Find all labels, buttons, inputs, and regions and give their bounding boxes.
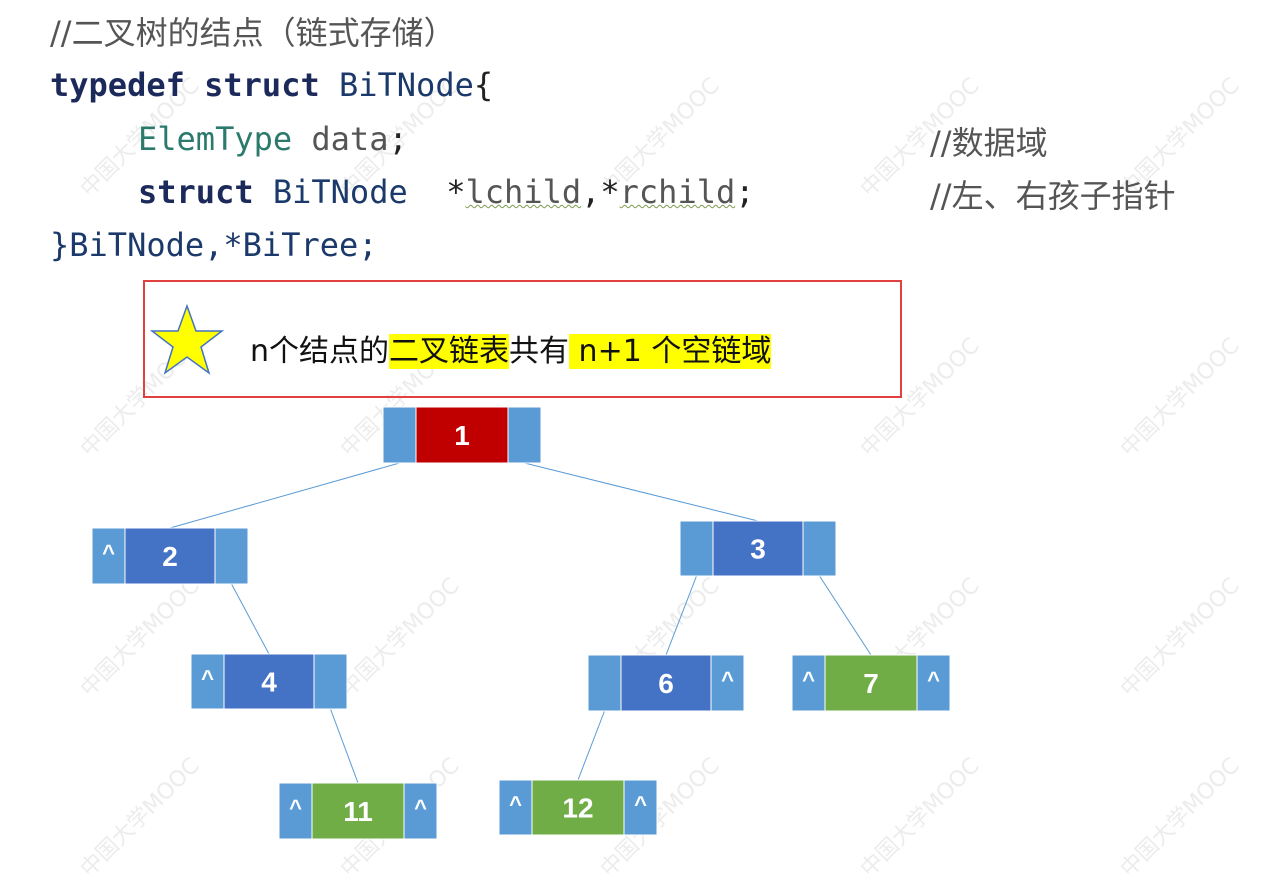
null-right-marker: ^ — [721, 667, 734, 692]
binary-tree-diagram: 12^ 34^ 6 ^ 7^ ^11^ ^ 12^ ^ — [91, 406, 951, 840]
tree-edge-3-6 — [665, 575, 697, 656]
lchild-cell — [382, 406, 417, 464]
lchild-cell — [587, 654, 622, 712]
node-label: 6 — [658, 668, 674, 699]
rchild-cell — [313, 653, 348, 710]
tree-edge-4-11 — [330, 708, 359, 784]
tree-node-12: 12 ^ ^ — [498, 779, 658, 836]
tree-edge-2-4 — [231, 583, 270, 655]
tree-node-7: 7 ^ ^ — [791, 654, 951, 712]
rchild-cell — [214, 527, 249, 585]
node-label: 2 — [162, 541, 178, 572]
node-label: 7 — [863, 668, 879, 699]
node-label: 11 — [343, 796, 373, 827]
tree-edge-3-7 — [819, 575, 872, 656]
tree-node-11: 11 ^ ^ — [278, 782, 438, 840]
tree-node-3: 3 — [679, 520, 837, 577]
node-label: 12 — [562, 793, 593, 824]
tree-node-2: 2^ — [91, 527, 249, 585]
null-left-marker: ^ — [509, 792, 522, 817]
node-label: 3 — [750, 534, 766, 565]
null-left-marker: ^ — [201, 666, 214, 691]
rchild-cell — [507, 406, 542, 464]
tree-edge-1-2 — [169, 462, 400, 529]
null-right-marker: ^ — [414, 795, 427, 820]
tree-node-4: 4^ — [190, 653, 348, 710]
rchild-cell — [802, 520, 837, 577]
null-left-marker: ^ — [802, 667, 815, 692]
tree-edge-6-12 — [577, 710, 605, 781]
tree-edge-1-3 — [524, 462, 759, 522]
node-label: 1 — [454, 420, 470, 451]
tree-node-1: 1 — [382, 406, 542, 464]
lchild-cell — [679, 520, 714, 577]
null-left-marker: ^ — [289, 795, 302, 820]
null-left-marker: ^ — [102, 540, 115, 565]
null-right-marker: ^ — [927, 667, 940, 692]
tree-node-6: 6 ^ — [587, 654, 745, 712]
node-label: 4 — [261, 667, 277, 698]
null-right-marker: ^ — [634, 792, 647, 817]
